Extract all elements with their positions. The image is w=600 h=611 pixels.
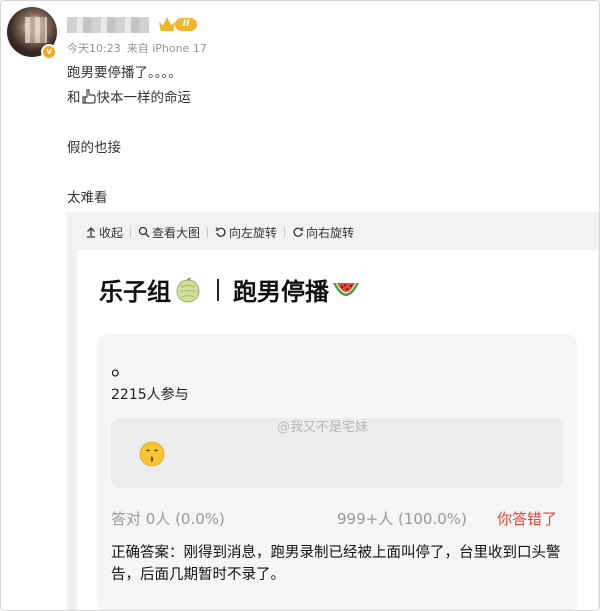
post-line-4: 太难看 <box>67 190 108 206</box>
post-line-2-text: 快本一样的命运 <box>96 90 192 106</box>
magnifier-icon <box>138 226 150 238</box>
post-line-2-prefix: 和 <box>67 90 81 106</box>
avatar-mosaic <box>25 17 47 43</box>
stat-wrong: 999+人 (100.0%) <box>337 510 467 528</box>
rotate-right-icon <box>293 227 304 237</box>
quiz-question: 。 <box>111 356 134 381</box>
vip-crown[interactable]: II <box>159 15 199 35</box>
participant-count: 2215人参与 <box>111 387 189 403</box>
rotate-right-button[interactable]: 向右旋转 <box>288 224 358 241</box>
vip-level-badge: II <box>175 18 197 31</box>
post-source: 来自 iPhone 17 <box>126 42 207 55</box>
collapse-label: 收起 <box>99 225 124 240</box>
stat-correct: 答对 0人 (0.0%) <box>111 510 225 528</box>
toolbar-divider <box>284 226 286 238</box>
rotate-left-label: 向左旋转 <box>229 225 278 240</box>
melon-emoji-icon <box>176 276 200 302</box>
rotate-right-label: 向右旋转 <box>306 225 355 240</box>
image-viewer: 收起 查看大图 向左旋转 向右旋转 乐子组 跑男停播 。 2215人参与 @我又… <box>67 212 599 610</box>
post-time[interactable]: 今天10:23 <box>67 42 121 55</box>
image-title: 乐子组 跑男停播 <box>99 272 361 307</box>
post-line-2: 和快本一样的命运 <box>67 86 191 111</box>
watermelon-emoji-icon <box>333 282 359 296</box>
title-right: 跑男停播 <box>233 278 329 306</box>
toolbar-divider <box>130 226 132 238</box>
title-divider <box>217 278 219 301</box>
quiz-result: 你答错了 <box>497 510 558 528</box>
quiz-panel: 。 2215人参与 @我又不是宅妹 答对 0人 (0.0%) 999+人 (10… <box>97 334 577 610</box>
rotate-left-icon <box>215 227 226 237</box>
crown-icon <box>159 17 175 31</box>
post-meta: 今天10:23 来自 iPhone 17 <box>67 40 213 56</box>
correct-answer: 正确答案：刚得到消息，跑男录制已经被上面叫停了，台里收到口头警告，后面几期暂时不… <box>111 545 561 583</box>
username-mosaic[interactable] <box>67 17 149 33</box>
title-left: 乐子组 <box>99 278 171 306</box>
pointing-hand-icon <box>81 89 96 104</box>
image-watermark: @我又不是宅妹 <box>277 420 369 435</box>
verified-badge-icon: v <box>41 44 57 60</box>
view-large-button[interactable]: 查看大图 <box>134 224 204 241</box>
arrow-up-icon <box>87 227 95 238</box>
view-large-label: 查看大图 <box>152 225 201 240</box>
post-image[interactable]: 乐子组 跑男停播 。 2215人参与 @我又不是宅妹 答对 0人 (0.0%) … <box>77 250 598 610</box>
post-line-3: 假的也接 <box>67 140 121 156</box>
collapse-button[interactable]: 收起 <box>81 224 127 241</box>
kissing-face-emoji-icon <box>139 441 165 467</box>
image-toolbar: 收起 查看大图 向左旋转 向右旋转 <box>81 222 358 242</box>
rotate-left-button[interactable]: 向左旋转 <box>211 224 281 241</box>
toolbar-divider <box>207 226 209 238</box>
weibo-post: v II 今天10:23 来自 iPhone 17 跑男要停播了。。。。 和快本一… <box>0 0 600 611</box>
post-text: 跑男要停播了。。。。 和快本一样的命运 假的也接 太难看 <box>67 61 191 211</box>
post-line-1: 跑男要停播了。。。。 <box>67 65 182 81</box>
